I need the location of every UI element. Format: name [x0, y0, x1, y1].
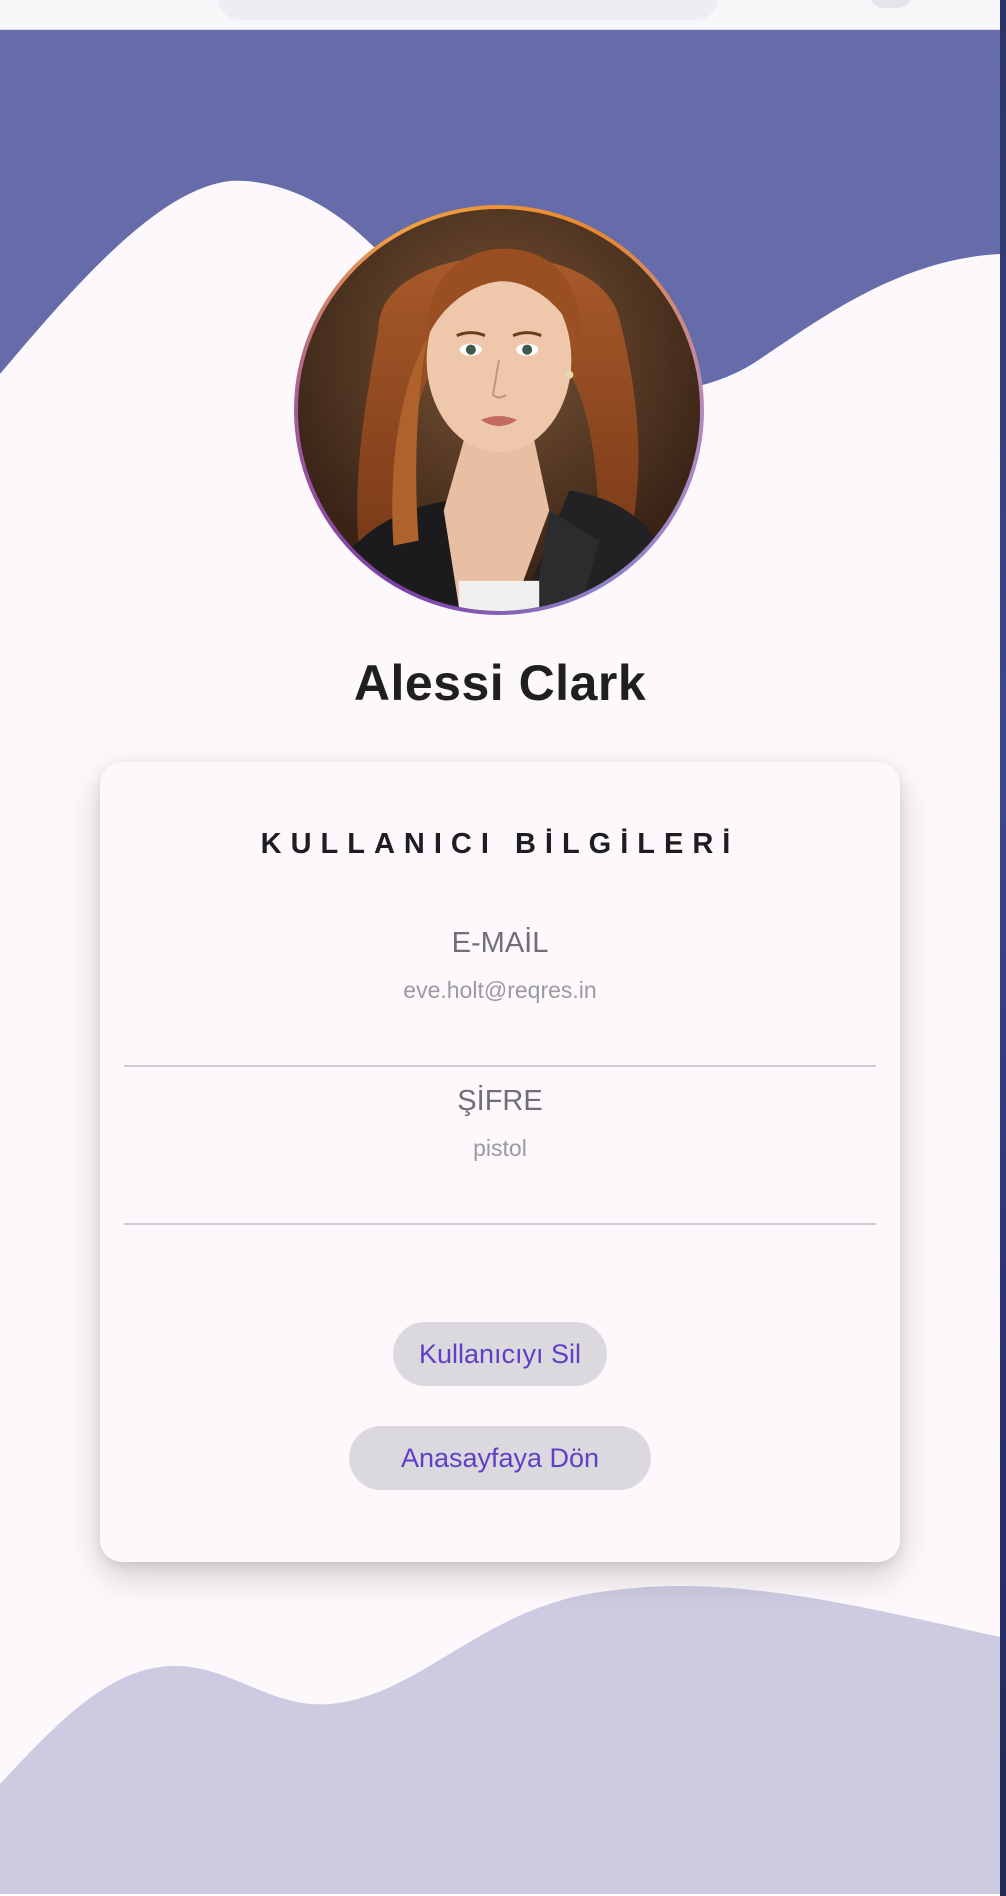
email-value: eve.holt@reqres.in — [403, 977, 597, 1003]
window-edge — [1000, 0, 1006, 1896]
profile-page: Alessi Clark KULLANICI BİLGİLERİ E-MAİL … — [0, 29, 1000, 1894]
profile-photo — [298, 209, 700, 611]
screen: Alessi Clark KULLANICI BİLGİLERİ E-MAİL … — [0, 0, 1006, 1896]
address-bar[interactable] — [218, 0, 718, 20]
card-title: KULLANICI BİLGİLERİ — [260, 828, 740, 860]
user-info-card: KULLANICI BİLGİLERİ E-MAİL eve.holt@reqr… — [100, 762, 900, 1562]
browser-toolbar — [0, 0, 1006, 30]
footer-wave — [0, 1586, 1000, 1894]
password-divider — [124, 1223, 876, 1225]
password-value: pistol — [473, 1135, 527, 1161]
email-label: E-MAİL — [451, 927, 549, 959]
avatar — [298, 209, 700, 611]
avatar-frame — [294, 205, 704, 615]
browser-menu-button[interactable] — [870, 0, 912, 8]
back-to-home-button[interactable]: Anasayfaya Dön — [349, 1426, 651, 1490]
password-label: ŞİFRE — [457, 1085, 543, 1117]
delete-user-button[interactable]: Kullanıcıyı Sil — [393, 1322, 607, 1386]
email-divider — [124, 1065, 876, 1067]
user-name: Alessi Clark — [353, 655, 647, 711]
